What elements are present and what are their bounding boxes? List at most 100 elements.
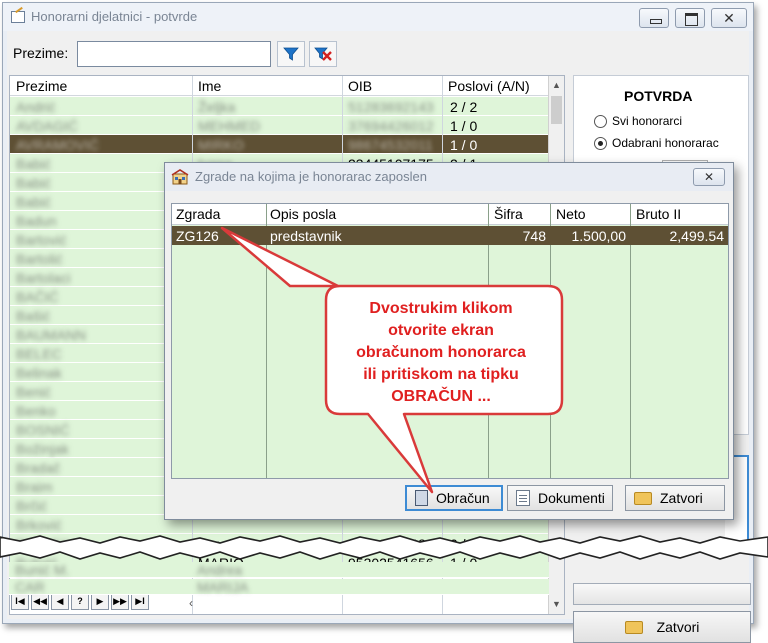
table-row[interactable]: AVDAGIĆ MEHMED 37694426012 1 / 0 [10, 116, 550, 135]
zgrade-row-selected[interactable]: ZG126 predstavnik 748 1.500,00 2,499.54 [172, 226, 728, 245]
filter-button[interactable] [277, 41, 305, 67]
cell-prezime: Badun [16, 213, 57, 229]
radio-label: Odabrani honorarac [612, 136, 719, 150]
callout-text: Dvostrukim klikom otvorite ekran obračun… [330, 298, 552, 408]
nav-prev-button[interactable]: ◀ [51, 593, 69, 610]
cell-poslovi: 1 / 0 [450, 118, 478, 134]
cell-prezime: Brkljačić [16, 536, 69, 552]
nav-first-button[interactable]: I◀ [11, 593, 29, 610]
cell-prezime: BAUMANN [16, 327, 87, 343]
cell-bruto: 2,499.54 [669, 228, 725, 244]
zatvori-main-button[interactable]: Zatvori [573, 611, 751, 643]
col-header-neto[interactable]: Neto [556, 206, 586, 222]
cell-prezime: Bunić M. [15, 562, 70, 578]
cell-neto: 1.500,00 [571, 228, 627, 244]
cell-prezime: Brčić [16, 498, 48, 514]
callout-line: otvorite ekran [388, 322, 494, 339]
scroll-down-icon[interactable]: ▼ [549, 599, 564, 609]
dialog-zatvori-button[interactable]: Zatvori [625, 485, 725, 511]
table-row[interactable]: Brkljačić Zvonimir 43769421889 0 / 1 [10, 534, 550, 553]
scroll-thumb[interactable] [551, 96, 562, 124]
cell-ime: Andrea [197, 562, 243, 578]
cell-oib: 98674532011 [348, 137, 433, 153]
folder-icon [624, 620, 643, 634]
callout-line: ili pritiskom na tipku [363, 366, 519, 383]
clear-filter-button[interactable] [309, 41, 337, 67]
cell-zgrada: ZG126 [176, 228, 219, 244]
table-row-selected[interactable]: AVRAMOVIĆ MIRKO 98674532011 1 / 0 [10, 135, 550, 154]
scroll-up-icon[interactable]: ▲ [549, 80, 564, 90]
cell-prezime: AVRAMOVIĆ [16, 137, 99, 153]
prezime-search-input[interactable] [77, 41, 271, 67]
maximize-button[interactable] [675, 8, 705, 28]
dokumenti-label: Dokumenti [538, 490, 605, 506]
cell-prezime: Bartović [16, 232, 67, 248]
close-button[interactable]: ✕ [711, 8, 747, 28]
cell-prezime: Bradač [16, 460, 61, 476]
zgrade-grid-header: Zgrada Opis posla Šifra Neto Bruto II [172, 204, 728, 225]
table-row[interactable]: CAR MARIJA [9, 579, 549, 595]
cell-prezime: Bartolić [16, 251, 63, 267]
dialog-col-divider [266, 204, 267, 478]
col-header-bruto[interactable]: Bruto II [636, 206, 681, 222]
nav-last-button[interactable]: ▶I [131, 593, 149, 610]
nav-next-page-button[interactable]: ▶▶ [111, 593, 129, 610]
dialog-close-button[interactable]: ✕ [693, 168, 725, 186]
cell-prezime: BELEC [16, 346, 62, 362]
clear-filter-icon [314, 47, 332, 61]
callout-line: OBRAČUN ... [391, 388, 491, 405]
col-header-sifra[interactable]: Šifra [494, 206, 523, 222]
cell-oib: 51283692143 [348, 99, 434, 115]
col-header-opis-posla[interactable]: Opis posla [270, 206, 336, 222]
cell-ime: MIRKO [198, 137, 244, 153]
folder-icon [634, 491, 652, 505]
cell-prezime: Božinjak [16, 441, 69, 457]
title-bar: Honorarni djelatnici - potvrde ✕ [3, 3, 753, 31]
nav-help-button[interactable]: ? [71, 593, 89, 610]
cell-prezime: Babić [16, 175, 52, 191]
obracun-button[interactable]: Obračun [405, 485, 503, 511]
cell-sifra: 748 [522, 228, 546, 244]
table-row[interactable]: Bunić M. Andrea [9, 562, 549, 578]
cell-prezime: Braim [16, 479, 53, 495]
filter-icon [283, 47, 299, 61]
col-header-prezime[interactable]: Prezime [16, 78, 67, 94]
cell-prezime: BOSNIĆ [16, 422, 70, 438]
callout-line: obračunom honorarca [356, 344, 526, 361]
cell-ime: Zvonimir [198, 536, 252, 552]
cell-prezime: AVDAGIĆ [16, 118, 78, 134]
nav-prev-page-button[interactable]: ◀◀ [31, 593, 49, 610]
app-icon [11, 11, 25, 23]
col-header-ime[interactable]: Ime [198, 78, 221, 94]
nav-next-button[interactable]: ▶ [91, 593, 109, 610]
col-header-poslovi[interactable]: Poslovi (A/N) [448, 78, 530, 94]
cell-ime: MEHMED [198, 118, 261, 134]
cell-oib: 37694426012 [348, 118, 434, 134]
col-header-oib[interactable]: OIB [348, 78, 372, 94]
record-navigator: I◀ ◀◀ ◀ ? ▶ ▶▶ ▶I [11, 593, 149, 611]
radio-odabrani-honorarac[interactable]: Odabrani honorarac [594, 136, 719, 150]
cell-prezime: Brković [16, 517, 62, 533]
grid-header: Prezime Ime OIB Poslovi (A/N) [10, 76, 550, 96]
dialog-col-divider [630, 204, 631, 478]
col-header-zgrada[interactable]: Zgrada [176, 206, 220, 222]
minimize-button[interactable] [639, 8, 669, 28]
callout-line: Dvostrukim klikom [369, 300, 513, 317]
document-icon [516, 490, 530, 506]
hscroll-left-icon[interactable]: ‹ [189, 596, 193, 610]
radio-label: Svi honorarci [612, 114, 683, 128]
obracun-label: Obračun [436, 490, 490, 506]
table-row[interactable]: Andrić Željka 51283692143 2 / 2 [10, 97, 550, 116]
dokumenti-button[interactable]: Dokumenti [507, 485, 613, 511]
building-icon [171, 169, 189, 185]
radio-selected-icon [594, 136, 607, 150]
panel-button[interactable] [573, 583, 751, 605]
cell-prezime: CAR [15, 579, 45, 595]
cell-prezime: Babić [16, 194, 52, 210]
cell-ime: MARIJA [197, 579, 249, 595]
prezime-label: Prezime: [13, 45, 69, 61]
radio-svi-honorarci[interactable]: Svi honorarci [594, 114, 682, 128]
cell-oib: 43769421889 [348, 536, 434, 552]
cell-ime: Željka [198, 99, 236, 115]
cell-prezime: Babić [16, 156, 52, 172]
